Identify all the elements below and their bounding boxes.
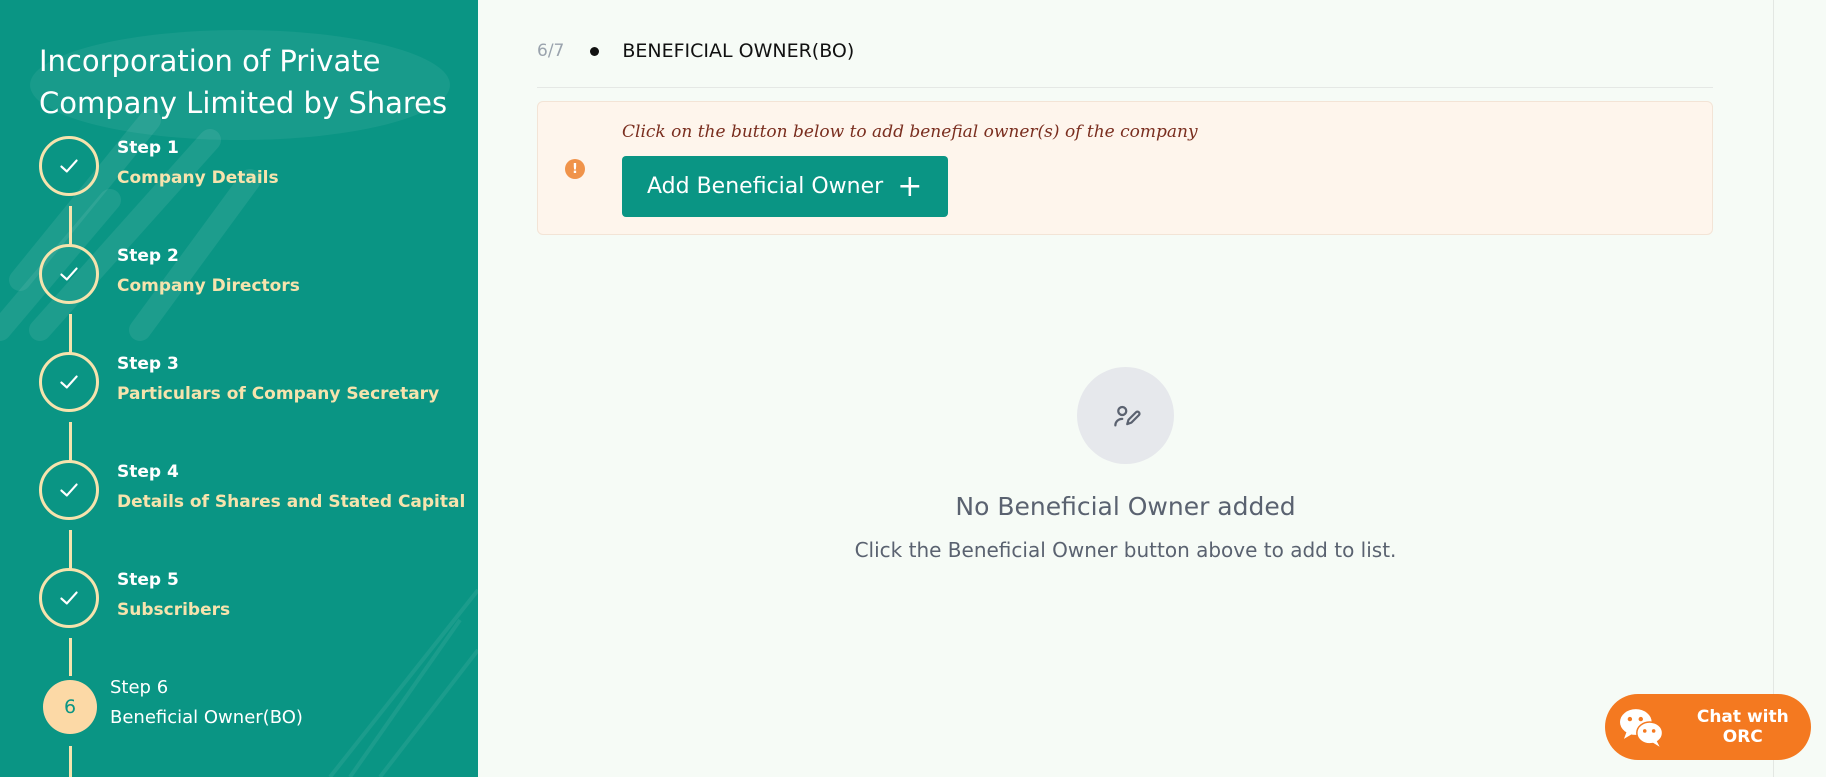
step-number: Step 3 [117, 354, 179, 374]
empty-state-subtitle: Click the Beneficial Owner button above … [854, 538, 1397, 562]
step-number: Step 5 [117, 570, 179, 590]
step-number: Step 1 [117, 138, 179, 158]
plus-icon: + [897, 168, 923, 204]
step-label: Subscribers [117, 600, 231, 620]
check-icon [39, 136, 99, 196]
section-title: BENEFICIAL OWNER(BO) [622, 40, 855, 62]
right-divider [1773, 0, 1774, 777]
step-connector [69, 530, 72, 570]
wechat-icon [1619, 709, 1664, 747]
chat-label: Chat with ORC [1696, 707, 1789, 747]
section-header: 6/7 BENEFICIAL OWNER(BO) [537, 40, 854, 62]
step-label: Details of Shares and Stated Capital [117, 492, 466, 512]
main-content: 6/7 BENEFICIAL OWNER(BO) ! Click on the … [478, 0, 1773, 777]
step-number: Step 6 [110, 677, 169, 698]
step-connector [69, 206, 72, 246]
alert-circle-icon: ! [565, 159, 585, 179]
info-notice: ! Click on the button below to add benef… [537, 101, 1713, 235]
step-label: Particulars of Company Secretary [117, 384, 440, 404]
chat-with-orc-button[interactable]: Chat with ORC [1605, 694, 1811, 760]
step-connector [69, 746, 72, 777]
step-badge: 6 [43, 680, 97, 734]
step-number: Step 4 [117, 462, 179, 482]
sidebar: Incorporation of Private Company Limited… [0, 0, 478, 777]
step-label: Company Details [117, 168, 279, 188]
check-icon [39, 460, 99, 520]
step-connector [69, 638, 72, 676]
check-icon [39, 352, 99, 412]
add-beneficial-owner-button[interactable]: Add Beneficial Owner + [622, 156, 948, 217]
step-label: Beneficial Owner(BO) [110, 707, 303, 728]
step-label: Company Directors [117, 276, 300, 296]
notice-message: Click on the button below to add benefia… [622, 122, 1198, 142]
bullet-icon [590, 46, 600, 56]
step-number: Step 2 [117, 246, 179, 266]
page-title: Incorporation of Private Company Limited… [39, 44, 448, 120]
divider [537, 87, 1713, 88]
add-button-label: Add Beneficial Owner [647, 174, 884, 199]
step-connector [69, 422, 72, 462]
step-counter: 6/7 [537, 41, 565, 61]
check-icon [39, 244, 99, 304]
check-icon [39, 568, 99, 628]
empty-state-title: No Beneficial Owner added [955, 492, 1296, 521]
edit-user-icon [1077, 367, 1174, 464]
step-connector [69, 314, 72, 354]
